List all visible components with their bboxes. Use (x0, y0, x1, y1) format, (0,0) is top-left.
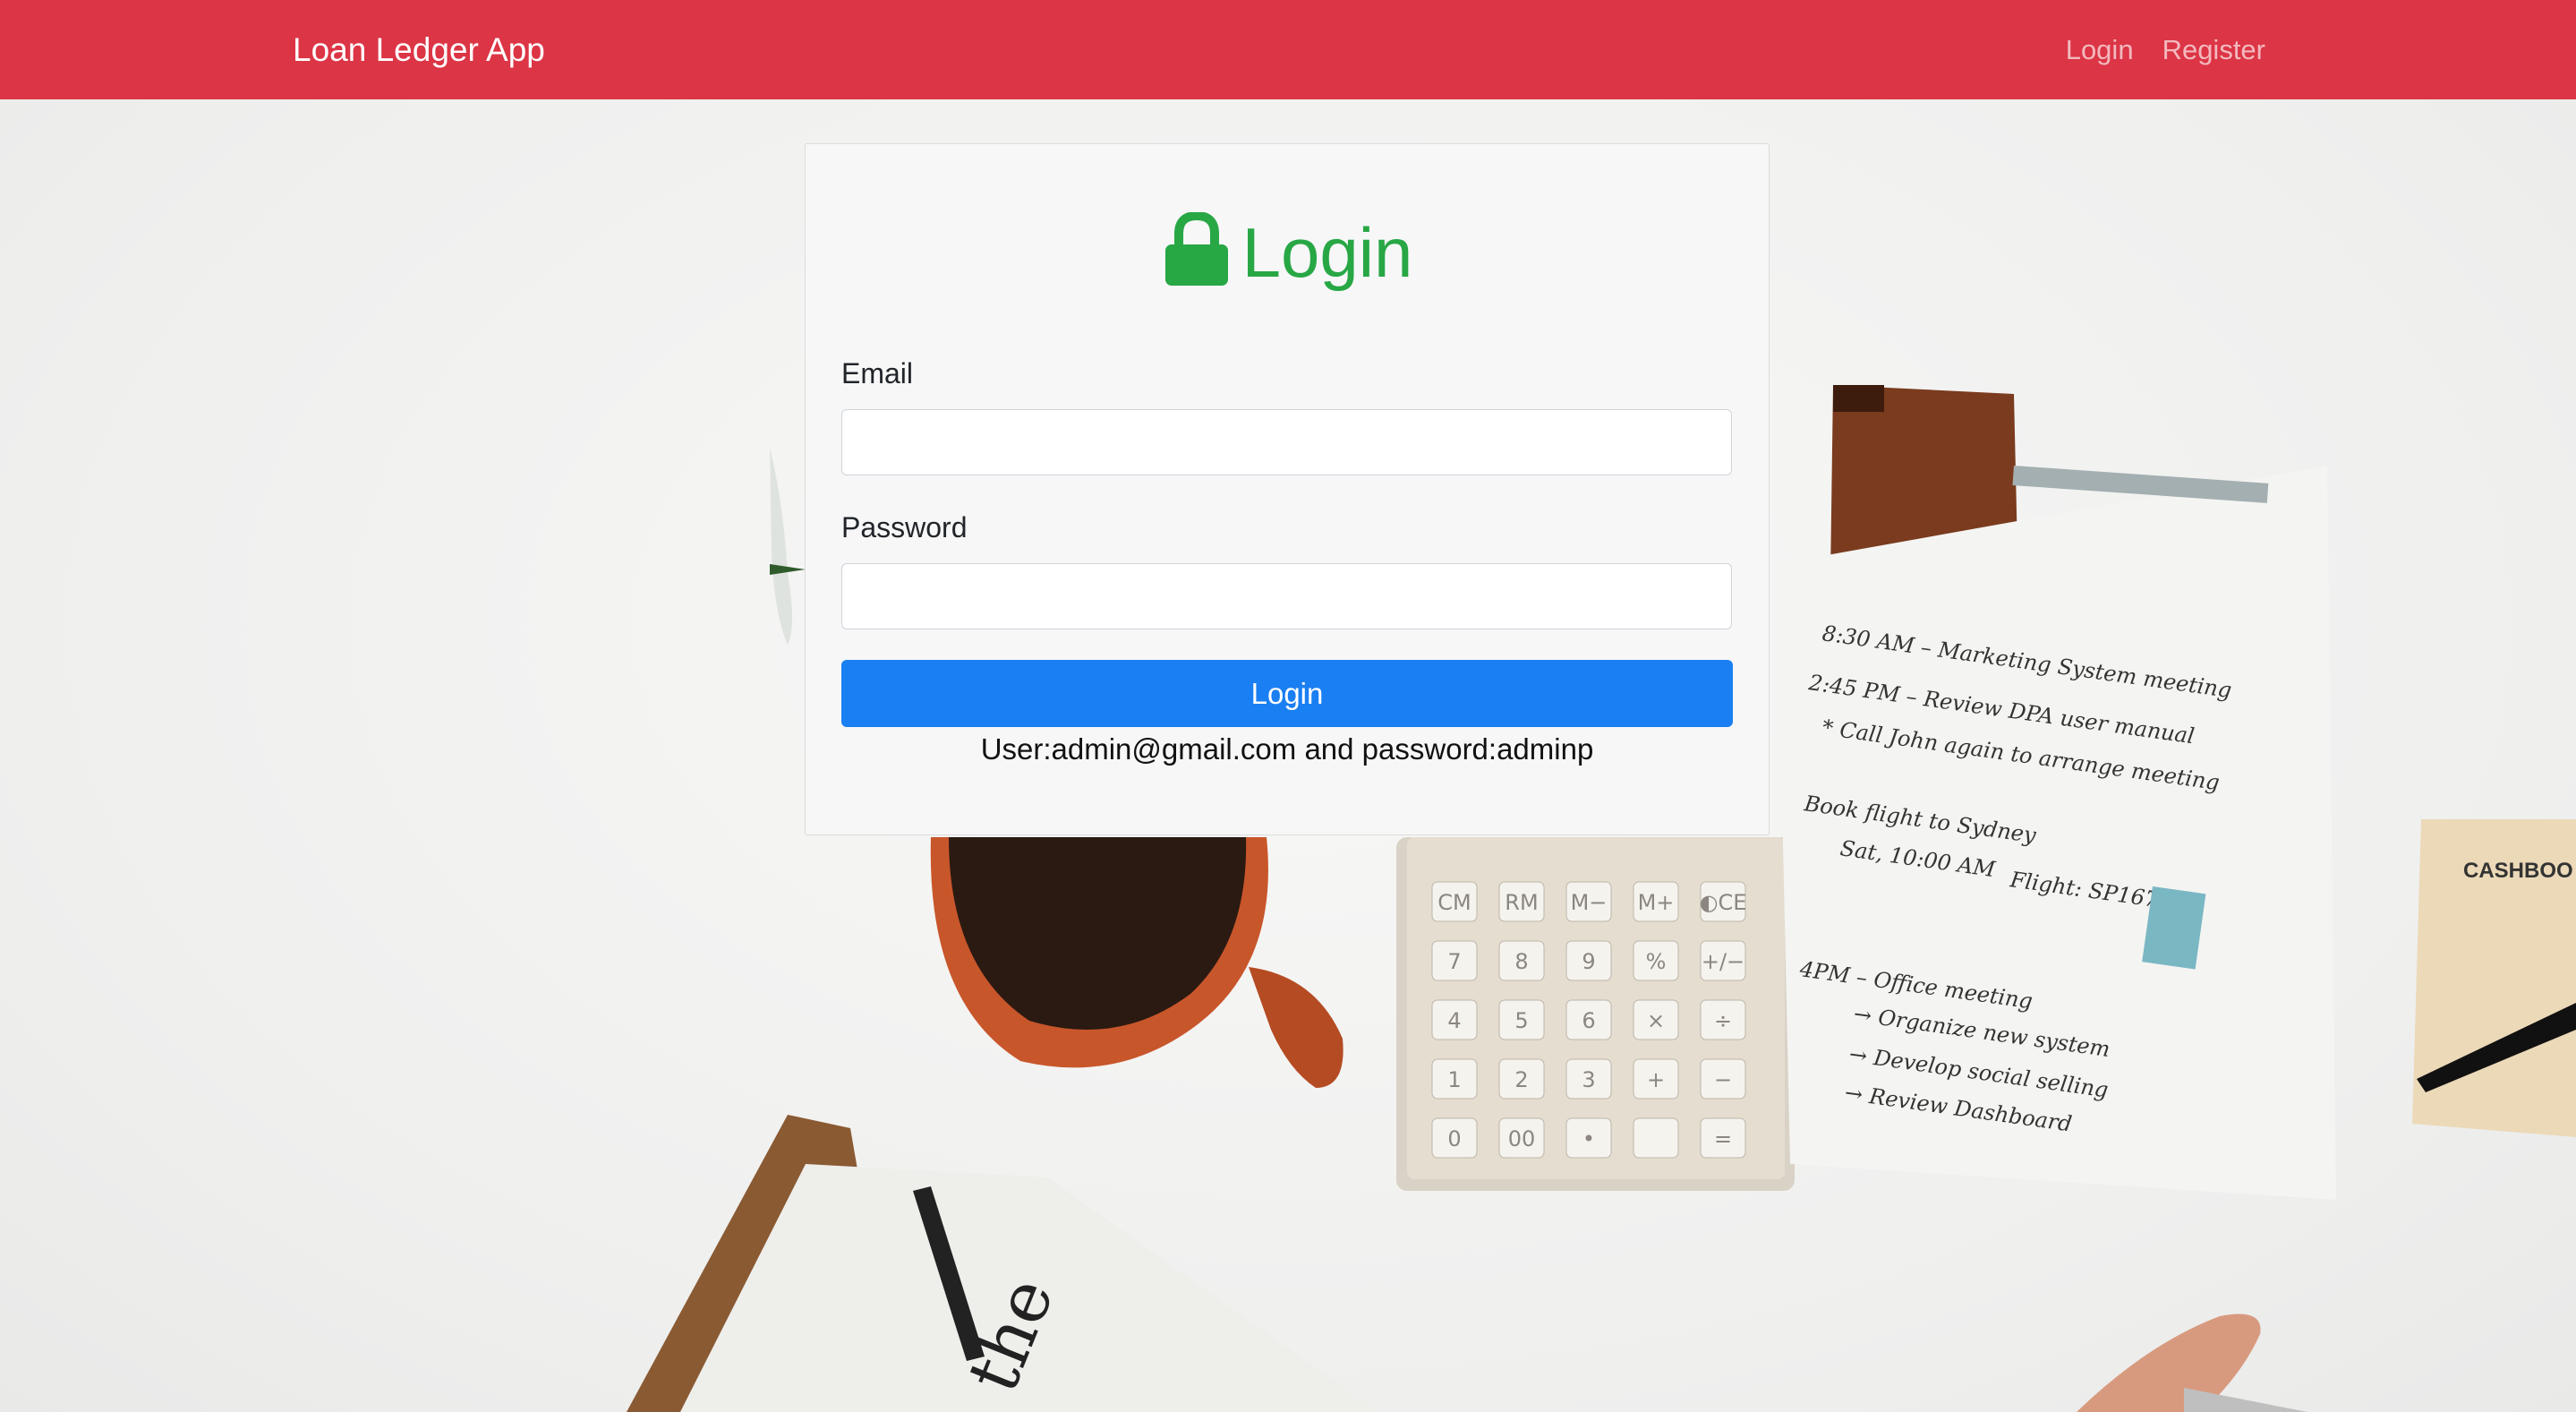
calculator-key-label: ÷ (1714, 1008, 1732, 1033)
plant-pot (770, 448, 792, 645)
brand-link[interactable]: Loan Ledger App (293, 0, 545, 99)
newspaper: the (627, 1115, 1378, 1412)
calculator-key-label: ◐CE (1700, 890, 1747, 915)
login-button[interactable]: Login (841, 660, 1733, 727)
calculator-key-label: 1 (1447, 1067, 1461, 1092)
calculator-key-label: − (1714, 1067, 1732, 1092)
nav-links: Login Register (2066, 0, 2265, 99)
nav-register-link[interactable]: Register (2162, 34, 2265, 66)
email-label: Email (841, 357, 914, 389)
navbar: Loan Ledger App Login Register (0, 0, 2576, 99)
calculator-key-label: 7 (1447, 949, 1461, 974)
coffee-mug (930, 837, 1343, 1088)
calculator-key-label: × (1647, 1008, 1665, 1033)
credentials-hint: User:admin@gmail.com and password:adminp (980, 732, 1594, 766)
calculator-key-label: 8 (1514, 949, 1528, 974)
calculator-key (1633, 1117, 1679, 1159)
lock-icon (1164, 210, 1230, 306)
login-title-text: Login (1241, 213, 1413, 292)
calculator-key-label: 4 (1447, 1008, 1461, 1033)
calculator-key-label: 5 (1514, 1008, 1528, 1033)
calculator-key-label: +/− (1702, 949, 1744, 974)
email-field[interactable] (841, 409, 1732, 475)
phone (2184, 1388, 2307, 1412)
cashbook: CASHBOO (2412, 819, 2576, 1137)
login-title: Login (0, 208, 2576, 306)
hand (2077, 1314, 2261, 1412)
calculator-key-label: 00 (1508, 1126, 1536, 1151)
password-field[interactable] (841, 563, 1732, 629)
cashbook-label: CASHBOO (2463, 859, 2573, 883)
calculator-key-label: = (1714, 1126, 1732, 1151)
calculator-key-label: 6 (1582, 1008, 1595, 1033)
calculator-key-label: M+ (1638, 890, 1675, 915)
calculator-key-label: % (1646, 949, 1667, 974)
password-label: Password (841, 511, 968, 543)
calculator-key-label: 9 (1582, 949, 1595, 974)
calculator-key-label: 0 (1447, 1126, 1461, 1151)
calculator-key-label: 2 (1514, 1067, 1528, 1092)
calculator-key-label: 3 (1582, 1067, 1595, 1092)
calculator-key-label: CM (1437, 890, 1471, 915)
calculator-key-label: + (1647, 1067, 1665, 1092)
notes-paper: 8:30 AM – Marketing System meeting2:45 P… (1777, 466, 2336, 1200)
calculator-key-label: M− (1571, 890, 1608, 915)
calculator-key-label: RM (1505, 890, 1538, 915)
calculator-key-label: • (1582, 1126, 1595, 1151)
nav-login-link[interactable]: Login (2066, 34, 2134, 66)
calculator: CM RM M− M+ ◐CE7 8 9% +/−4 5 6 × ÷1 2 3 + −0 00 • = (1396, 837, 1795, 1191)
